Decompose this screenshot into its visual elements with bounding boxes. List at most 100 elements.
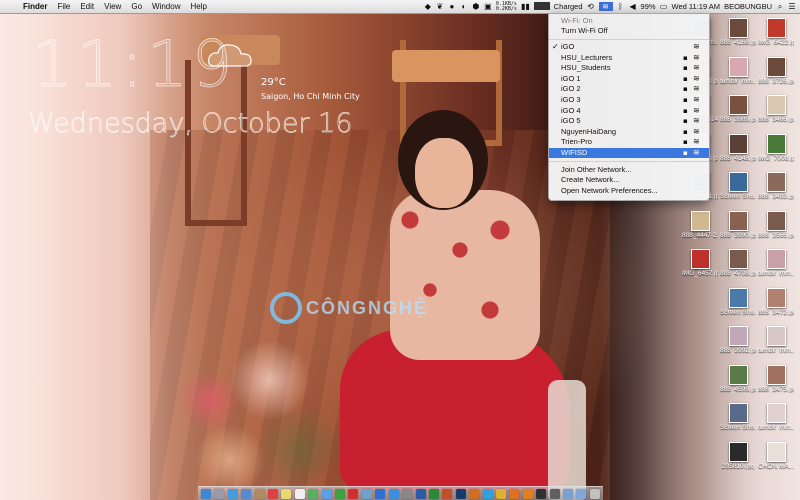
bluetooth-icon[interactable]: ᛒ — [617, 2, 625, 11]
dock-illustrator-icon[interactable] — [469, 488, 480, 499]
battery-small-icon[interactable]: ▭ — [660, 2, 668, 11]
dock-trash-icon[interactable] — [589, 488, 600, 499]
menu-app-name[interactable]: Finder — [18, 2, 52, 11]
bars-icon[interactable]: ▮▮ — [521, 2, 530, 11]
desktop-file-icon[interactable]: 888_3990.jpg — [720, 210, 756, 239]
desktop-file-icon[interactable]: IMG_6422.jpg — [758, 18, 794, 46]
dock-launchpad-icon[interactable] — [214, 488, 225, 499]
desktop-file-icon[interactable]: CHON MA...AO — [758, 441, 794, 470]
menu-edit[interactable]: Edit — [75, 2, 99, 11]
dock-downloads-icon[interactable] — [562, 488, 573, 499]
dock-vlc-icon[interactable] — [522, 488, 533, 499]
spotlight-icon[interactable]: ⌕ — [776, 2, 784, 12]
wifi-toggle-item[interactable]: Turn Wi-Fi Off — [549, 26, 709, 36]
desktop-file-icon[interactable]: 888_4708.jpg — [720, 249, 756, 277]
desktop-file-icon[interactable]: Screen Sho...PM — [720, 287, 756, 316]
dock-powerpoint-icon[interactable] — [442, 488, 453, 499]
battery-percent[interactable]: 99% — [641, 2, 656, 11]
menu-help[interactable]: Help — [185, 2, 211, 11]
wifi-network-item[interactable]: Trien-Pro ▪ ≋ — [549, 137, 709, 147]
dock-safari-icon[interactable] — [227, 488, 238, 499]
dock-preferences-icon[interactable] — [402, 488, 413, 499]
battery-status[interactable]: Charged — [554, 2, 583, 11]
battery-icon[interactable] — [533, 1, 550, 12]
menu-view[interactable]: View — [99, 2, 126, 11]
wifi-network-item[interactable]: NguyenHaiDang ▪ ≋ — [549, 127, 709, 137]
time-machine-icon[interactable]: ⟲ — [587, 2, 595, 11]
dock-mail-icon[interactable] — [241, 488, 252, 499]
wifi-action-item[interactable]: Open Network Preferences... — [549, 186, 709, 196]
wifi-network-item[interactable]: HSU_Lecturers ▪ ≋ — [549, 53, 709, 63]
wifi-action-item[interactable]: Join Other Network... — [549, 165, 709, 175]
wifi-network-item[interactable]: iGO 4 ▪ ≋ — [549, 106, 709, 116]
desktop-file-icon[interactable]: 888_3992.jpg — [720, 326, 756, 354]
desktop-file-icon[interactable]: 888_3472.jpg — [758, 287, 794, 316]
menu-extra-icon[interactable]: ◐ — [460, 2, 468, 11]
dock-reminders-icon[interactable] — [294, 488, 305, 499]
dock-activity-icon[interactable] — [549, 488, 560, 499]
notification-center-icon[interactable]: ☰ — [788, 2, 796, 11]
dock-photoshop-icon[interactable] — [455, 488, 466, 499]
dock-photobooth-icon[interactable] — [348, 488, 359, 499]
dock-skype-icon[interactable] — [482, 488, 493, 499]
desktop-file-icon[interactable]: tumblr_mm...jpg — [758, 249, 794, 277]
dropbox-icon[interactable]: ◆ — [424, 2, 432, 11]
wifi-network-item[interactable]: WIFISD ▪ ≋ — [549, 148, 709, 158]
dock-messages-icon[interactable] — [321, 488, 332, 499]
menu-window[interactable]: Window — [147, 2, 185, 11]
dock-finder-icon[interactable] — [201, 488, 211, 499]
dock-word-icon[interactable] — [415, 488, 426, 499]
wifi-network-item[interactable]: iGO 1 ▪ ≋ — [549, 74, 709, 84]
dock-contacts-icon[interactable] — [254, 488, 265, 499]
wifi-action-item[interactable]: Create Network... — [549, 175, 709, 185]
username[interactable]: BEOBUNGBU — [724, 2, 772, 11]
desktop-file-icon[interactable]: 888_4168.jpg — [720, 18, 756, 46]
wifi-network-item[interactable]: iGO 5 ▪ ≋ — [549, 116, 709, 126]
dock-chrome-icon[interactable] — [495, 488, 506, 499]
desktop-file-icon[interactable]: 888_3475.jpg — [758, 364, 794, 393]
menu-extra-icon[interactable]: ⬢ — [472, 2, 480, 11]
wifi-network-item[interactable]: iGO 3 ▪ ≋ — [549, 95, 709, 105]
desktop-file-icon[interactable]: tumblr_mm...jpg — [758, 403, 794, 431]
desktop-file-icon[interactable]: 888_3493.jpg — [758, 172, 794, 200]
network-speed[interactable]: 0.1KB/s 0.2KB/s — [496, 1, 517, 12]
desktop-file-icon[interactable]: IMG_7008.jpg — [758, 133, 794, 162]
wifi-network-item[interactable]: iGO 2 ▪ ≋ — [549, 84, 709, 94]
volume-icon[interactable]: ◀ — [629, 2, 637, 11]
dock-firefox-icon[interactable] — [509, 488, 520, 499]
dock-excel-icon[interactable] — [428, 488, 439, 499]
desktop-file-icon[interactable]: 888_3466.jpg — [758, 95, 794, 123]
dock-maps-icon[interactable] — [308, 488, 319, 499]
desktop-file-icon[interactable]: 888_3726.jpg — [758, 56, 794, 85]
dock-appstore-icon[interactable] — [388, 488, 399, 499]
desktop-file-icon[interactable]: 888_4447-2.jpg — [682, 210, 718, 239]
dock-calendar-icon[interactable] — [268, 488, 279, 499]
desktop-file-icon[interactable]: Screen Sho...PM — [720, 403, 756, 431]
desktop-file-icon[interactable]: 888_4148.jpg — [720, 133, 756, 162]
desktop-file-icon[interactable]: 888_3989.jpg — [720, 95, 756, 123]
dock-terminal-icon[interactable] — [536, 488, 547, 499]
dock-facetime-icon[interactable] — [335, 488, 346, 499]
dock-iphoto-icon[interactable] — [361, 488, 372, 499]
file-thumbnail-icon — [690, 249, 710, 269]
evernote-icon[interactable]: ❦ — [436, 2, 444, 11]
desktop-file-icon[interactable]: 235810.jpg — [720, 441, 756, 470]
dock-itunes-icon[interactable] — [375, 488, 386, 499]
wifi-network-item[interactable]: HSU_Students ▪ ≋ — [549, 63, 709, 73]
menubar-clock[interactable]: Wed 11:19 AM — [672, 2, 721, 11]
menu-extra-icon[interactable]: ▣ — [484, 2, 492, 11]
desktop-file-icon[interactable]: 888_3566.jpg — [758, 210, 794, 239]
menu-extra-icon[interactable]: ● — [448, 2, 456, 11]
menu-file[interactable]: File — [52, 2, 75, 11]
desktop-file-icon[interactable]: tumblr_mm...jpg — [720, 56, 756, 85]
wifi-network-item[interactable]: ✓ iGO ≋ — [549, 42, 709, 52]
dock-folder-icon[interactable] — [576, 488, 587, 499]
file-name: 888_3475.jpg — [758, 385, 794, 393]
menu-go[interactable]: Go — [126, 2, 147, 11]
wifi-icon[interactable]: ≋ — [598, 2, 613, 11]
desktop-file-icon[interactable]: tumblr_mm...jpg — [758, 326, 794, 354]
desktop-file-icon[interactable]: 888_4599.jpg — [720, 364, 756, 393]
dock-notes-icon[interactable] — [281, 488, 292, 499]
desktop-file-icon[interactable]: IMG_6457.jpg — [682, 249, 718, 277]
desktop-file-icon[interactable]: Screen Sho...PM — [720, 172, 756, 200]
